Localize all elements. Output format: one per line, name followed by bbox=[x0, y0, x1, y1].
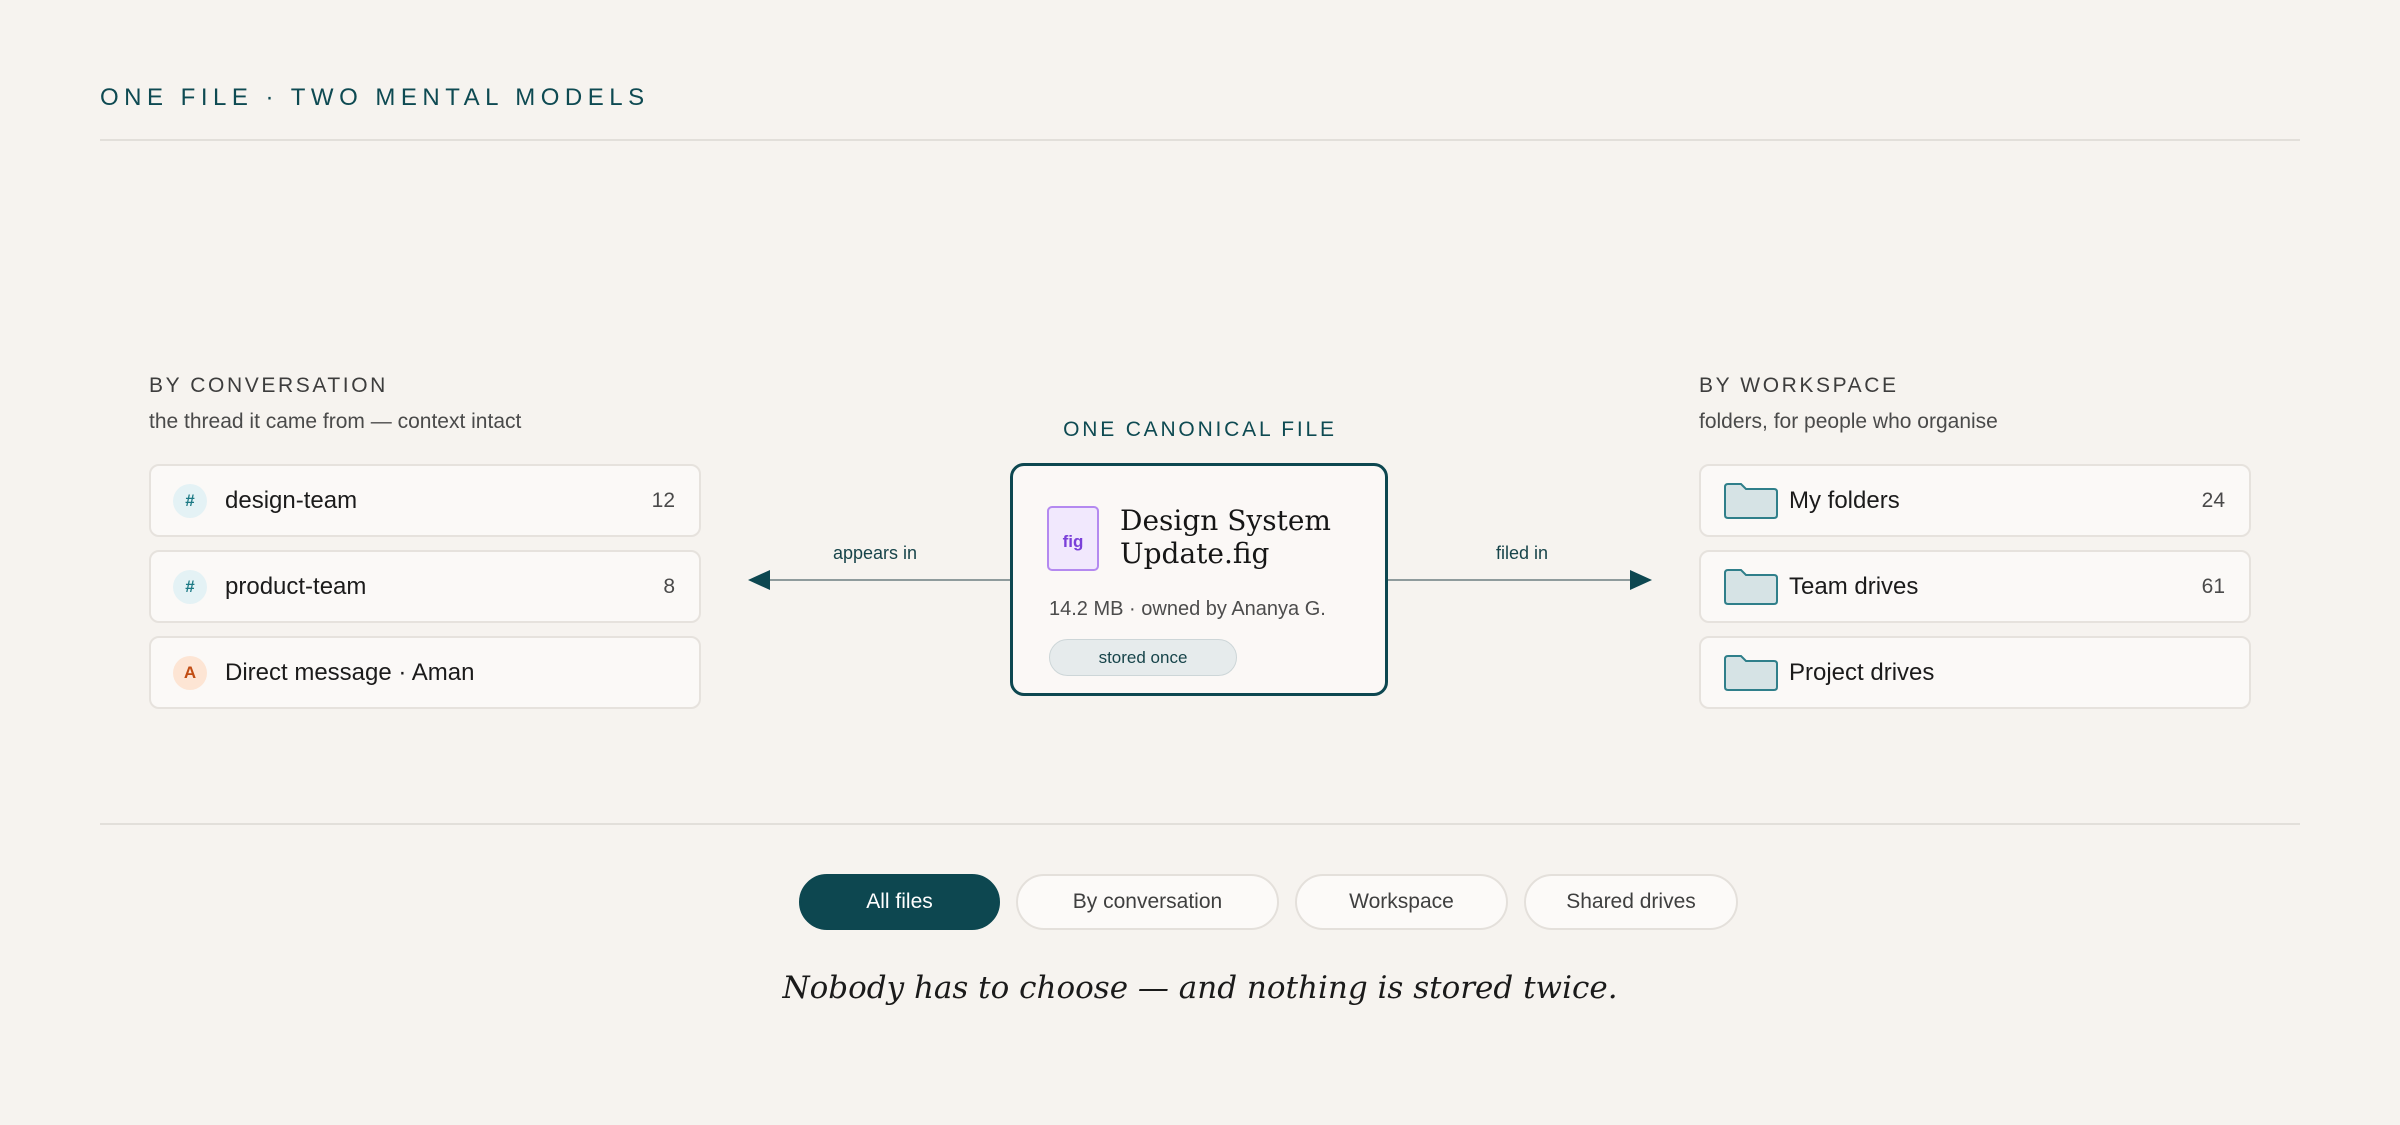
filed-in-arrow bbox=[1388, 570, 1652, 590]
folder-icon bbox=[1724, 654, 1778, 691]
filed-in-label: filed in bbox=[1495, 543, 1549, 563]
conversation-item-count: 12 bbox=[651, 488, 675, 512]
top-divider bbox=[100, 139, 2300, 141]
page-eyebrow: ONE FILE · TWO MENTAL MODELS bbox=[100, 84, 650, 111]
channel-hash-icon: # bbox=[173, 569, 207, 604]
channel-hash-icon: # bbox=[173, 483, 207, 518]
workspace-list: My folders 24 Team drives 61 Project dri… bbox=[1699, 464, 2251, 709]
conversation-item-product-team[interactable]: # product-team 8 bbox=[149, 550, 701, 623]
view-tabs: All files By conversation Workspace Shar… bbox=[799, 874, 1738, 930]
workspace-item-my-folders[interactable]: My folders 24 bbox=[1699, 464, 2251, 537]
file-name: Design System Update.fig bbox=[1120, 504, 1331, 570]
tab-shared-drives[interactable]: Shared drives bbox=[1524, 874, 1738, 930]
workspace-item-team-drives[interactable]: Team drives 61 bbox=[1699, 550, 2251, 623]
folder-icon bbox=[1724, 568, 1778, 605]
appears-in-label: appears in bbox=[832, 543, 918, 563]
appears-in-arrow bbox=[748, 570, 1012, 590]
stored-once-badge: stored once bbox=[1049, 639, 1237, 676]
workspace-item-count: 61 bbox=[2201, 574, 2225, 598]
workspace-item-label: My folders bbox=[1789, 486, 1900, 514]
conversation-subtitle: the thread it came from — context intact bbox=[149, 410, 522, 433]
tagline: Nobody has to choose — and nothing is st… bbox=[782, 970, 1618, 1006]
tab-workspace[interactable]: Workspace bbox=[1295, 874, 1508, 930]
conversation-item-label: product-team bbox=[225, 572, 367, 600]
conversation-item-design-team[interactable]: # design-team 12 bbox=[149, 464, 701, 537]
workspace-subtitle: folders, for people who organise bbox=[1699, 410, 1998, 433]
bottom-divider bbox=[100, 823, 2300, 825]
conversation-item-label: Direct message · Aman bbox=[225, 658, 475, 686]
conversation-item-count: 8 bbox=[663, 574, 675, 598]
file-meta: 14.2 MB · owned by Ananya G. bbox=[1049, 598, 1326, 620]
folder-icon bbox=[1724, 482, 1778, 519]
user-avatar: A bbox=[173, 655, 207, 690]
conversation-item-label: design-team bbox=[225, 486, 358, 514]
conversation-item-direct-message[interactable]: A Direct message · Aman bbox=[149, 636, 701, 709]
canonical-label: ONE CANONICAL FILE bbox=[1063, 418, 1337, 441]
workspace-item-label: Project drives bbox=[1789, 658, 1935, 686]
conversation-title: BY CONVERSATION bbox=[149, 374, 388, 397]
tab-by-conversation[interactable]: By conversation bbox=[1016, 874, 1279, 930]
workspace-column: BY WORKSPACE folders, for people who org… bbox=[1699, 374, 2251, 709]
canonical-file-card[interactable]: fig Design System Update.fig 14.2 MB · o… bbox=[1010, 463, 1388, 696]
fig-file-icon: fig bbox=[1047, 506, 1099, 571]
workspace-item-project-drives[interactable]: Project drives bbox=[1699, 636, 2251, 709]
conversation-list: # design-team 12 # product-team 8 A Dire… bbox=[149, 464, 701, 709]
conversation-column: BY CONVERSATION the thread it came from … bbox=[149, 374, 701, 709]
workspace-item-count: 24 bbox=[2201, 488, 2225, 512]
tab-all-files[interactable]: All files bbox=[799, 874, 1000, 930]
page: ONE FILE · TWO MENTAL MODELS BY CONVERSA… bbox=[0, 0, 2400, 1125]
workspace-item-label: Team drives bbox=[1789, 572, 1919, 600]
workspace-title: BY WORKSPACE bbox=[1699, 374, 1899, 397]
